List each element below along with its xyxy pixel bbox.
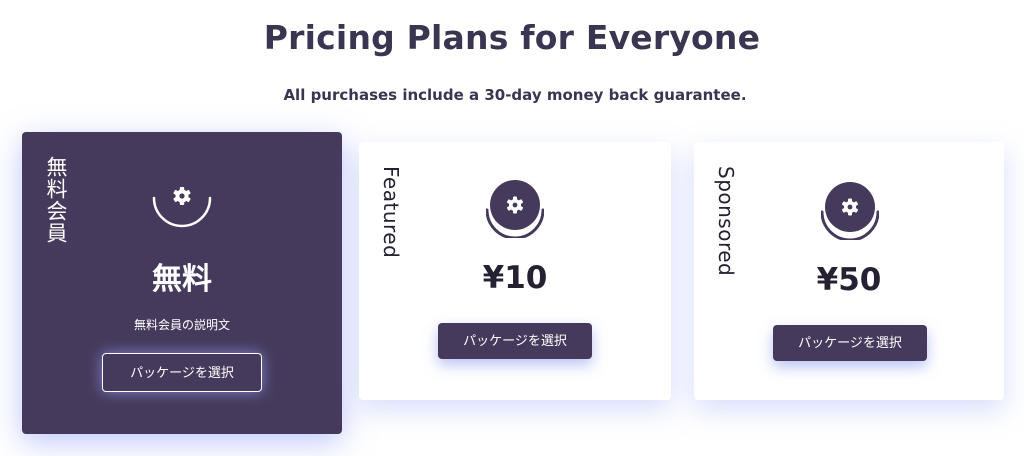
plan-name-featured: Featured xyxy=(379,166,403,259)
plan-name-free: 無料会員 xyxy=(44,156,68,244)
plan-card-featured: Featured ¥10 パッケージを選択 xyxy=(359,142,671,400)
gear-icon xyxy=(485,180,545,240)
plan-name-sponsored: Sponsored xyxy=(714,166,738,277)
pricing-page: Pricing Plans for Everyone All purchases… xyxy=(0,0,1024,456)
page-subtitle: All purchases include a 30-day money bac… xyxy=(283,86,747,104)
plan-price-sponsored: ¥50 xyxy=(816,262,882,298)
plan-description-free: 無料会員の説明文 xyxy=(133,318,230,332)
page-title: Pricing Plans for Everyone xyxy=(263,18,761,57)
plan-card-sponsored: Sponsored ¥50 パッケージを選択 xyxy=(694,142,1004,400)
gear-icon xyxy=(820,182,880,242)
plan-card-free: 無料会員 無料 無料会員の説明文 パッケージを選択 xyxy=(22,132,342,434)
plan-price-featured: ¥10 xyxy=(482,260,548,296)
select-package-button-free[interactable]: パッケージを選択 xyxy=(102,353,262,392)
select-package-button-sponsored[interactable]: パッケージを選択 xyxy=(773,325,927,361)
select-package-button-featured[interactable]: パッケージを選択 xyxy=(438,323,592,359)
gear-icon xyxy=(151,176,213,230)
plan-price-free: 無料 xyxy=(152,262,212,297)
